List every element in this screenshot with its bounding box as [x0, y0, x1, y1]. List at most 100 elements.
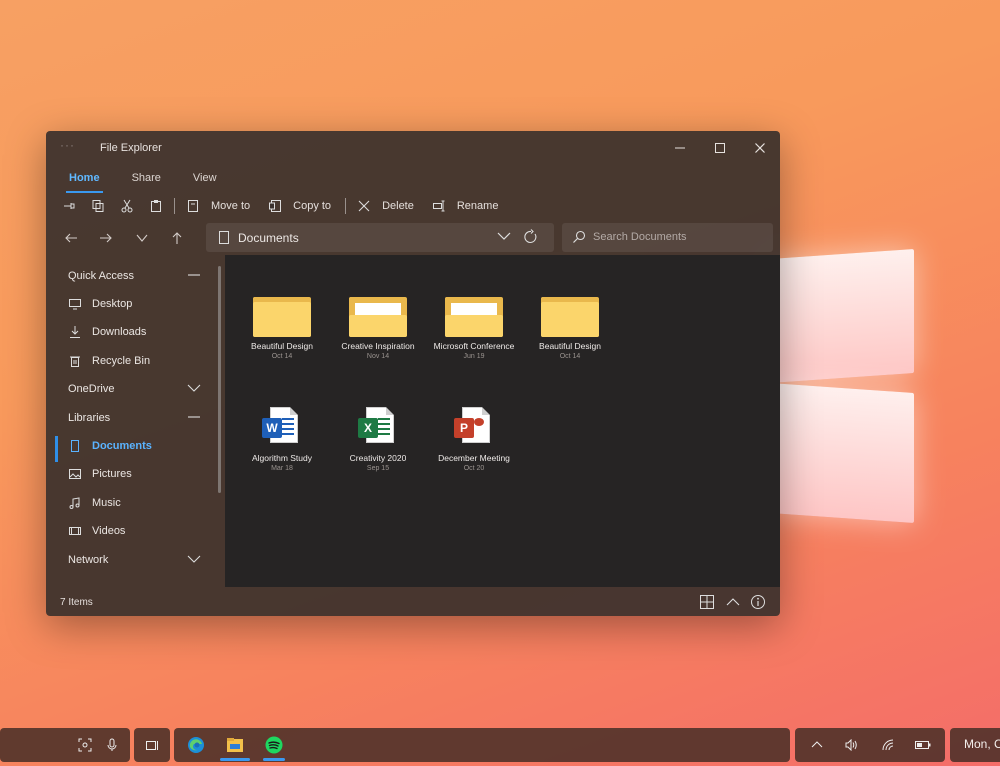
file-item[interactable]: Creative Inspiration Nov 14	[330, 297, 426, 360]
address-dropdown-icon[interactable]	[496, 228, 512, 244]
copy-button[interactable]	[87, 195, 109, 217]
edge-icon	[188, 737, 204, 753]
trash-icon	[68, 354, 82, 368]
sidebar-item-label: Libraries	[68, 412, 111, 424]
file-item[interactable]: P December Meeting Oct 20	[426, 407, 522, 472]
network-button[interactable]	[878, 728, 898, 762]
chevron-down-icon[interactable]	[187, 381, 201, 395]
paste-button[interactable]	[145, 195, 167, 217]
sidebar-item-network[interactable]: Network	[46, 547, 216, 573]
wifi-icon	[882, 739, 894, 751]
taskbar: Mon, C	[0, 726, 1000, 762]
spotify-app-button[interactable]	[260, 728, 288, 762]
file-name: Creative Inspiration	[341, 341, 415, 351]
search-box[interactable]: Search Documents	[562, 223, 773, 252]
excel-spreadsheet-icon: X	[358, 407, 398, 449]
sidebar-item-music[interactable]: Music	[46, 490, 216, 516]
recent-locations-button[interactable]	[129, 226, 155, 250]
move-to-icon	[188, 200, 198, 212]
edge-app-button[interactable]	[182, 728, 210, 762]
sidebar-item-documents[interactable]: Documents	[46, 433, 216, 462]
sidebar-item-videos[interactable]: Videos	[46, 518, 216, 544]
sidebar-item-label: Downloads	[92, 326, 147, 338]
move-to-button[interactable]: Move to	[211, 200, 250, 212]
info-icon[interactable]	[750, 594, 766, 610]
file-item[interactable]: Beautiful Design Oct 14	[234, 297, 330, 360]
arrow-right-icon	[100, 233, 112, 243]
copy-to-icon-button[interactable]	[264, 195, 286, 217]
file-list-view: Beautiful Design Oct 14 Creative Inspira…	[225, 255, 780, 587]
maximize-icon	[715, 143, 725, 153]
arrow-up-icon	[172, 232, 182, 244]
file-name: December Meeting	[438, 453, 510, 463]
battery-icon	[915, 741, 931, 749]
screen-capture-icon	[78, 738, 92, 752]
item-count: 7 Items	[60, 597, 93, 608]
maximize-button[interactable]	[700, 135, 740, 161]
sidebar-scrollbar[interactable]	[218, 266, 221, 493]
minimize-button[interactable]	[660, 135, 700, 161]
window-menu-dots[interactable]: ···	[60, 138, 75, 152]
sidebar-item-onedrive[interactable]: OneDrive	[46, 376, 216, 402]
sidebar-item-quick-access[interactable]: Quick Access	[46, 263, 216, 289]
sidebar-item-downloads[interactable]: Downloads	[46, 319, 216, 345]
microphone-button[interactable]	[101, 728, 123, 762]
file-item[interactable]: W Algorithm Study Mar 18	[234, 407, 330, 472]
navigation-pane: Quick Access Desktop Downloads Recycle B…	[46, 256, 225, 587]
copy-to-button[interactable]: Copy to	[293, 200, 331, 212]
clock-date[interactable]: Mon, C	[964, 737, 1000, 751]
screen-capture-button[interactable]	[74, 728, 96, 762]
file-date: Nov 14	[366, 353, 390, 360]
sidebar-item-recycle-bin[interactable]: Recycle Bin	[46, 348, 216, 374]
task-view-button[interactable]	[141, 728, 163, 762]
move-to-icon-button[interactable]	[182, 195, 204, 217]
close-button[interactable]	[740, 135, 780, 161]
chevron-down-icon[interactable]	[187, 552, 201, 566]
rename-icon	[432, 200, 445, 212]
tiles-view-icon[interactable]	[699, 594, 715, 610]
chevron-up-icon[interactable]	[725, 594, 741, 610]
file-item[interactable]: Microsoft Conference Jun 19	[426, 297, 522, 360]
pin-button[interactable]	[58, 195, 80, 217]
rename-button[interactable]: Rename	[457, 200, 499, 212]
show-hidden-icons-button[interactable]	[807, 728, 827, 762]
collapse-icon[interactable]	[187, 410, 201, 424]
picture-icon	[68, 467, 82, 481]
sidebar-item-label: Quick Access	[68, 270, 135, 282]
rename-icon-button[interactable]	[428, 195, 450, 217]
battery-button[interactable]	[912, 728, 934, 762]
delete-icon-button[interactable]	[353, 195, 375, 217]
windows-logo-wallpaper	[770, 240, 920, 530]
tab-share[interactable]: Share	[121, 169, 172, 187]
title-bar[interactable]: ··· File Explorer	[46, 131, 780, 165]
file-name: Creativity 2020	[349, 453, 407, 463]
refresh-icon[interactable]	[523, 229, 539, 245]
file-date: Oct 14	[559, 353, 581, 360]
folder-icon	[445, 297, 503, 337]
tab-view[interactable]: View	[182, 169, 228, 187]
file-item[interactable]: Beautiful Design Oct 14	[522, 297, 618, 360]
up-button[interactable]	[164, 226, 190, 250]
address-bar[interactable]: Documents	[206, 223, 554, 252]
back-button[interactable]	[58, 226, 84, 250]
cut-button[interactable]	[116, 195, 138, 217]
collapse-icon[interactable]	[187, 268, 201, 282]
tab-home[interactable]: Home	[58, 169, 111, 193]
download-icon	[68, 325, 82, 339]
sidebar-item-desktop[interactable]: Desktop	[46, 291, 216, 317]
file-date: Mar 18	[271, 465, 293, 472]
sidebar-item-libraries[interactable]: Libraries	[46, 405, 216, 431]
delete-button[interactable]: Delete	[382, 200, 414, 212]
file-explorer-app-button[interactable]	[217, 728, 253, 762]
folder-icon	[253, 297, 311, 337]
sidebar-item-label: Videos	[92, 525, 126, 537]
file-name: Beautiful Design	[539, 341, 601, 351]
sidebar-item-label: Desktop	[92, 298, 133, 310]
file-item[interactable]: X Creativity 2020 Sep 15	[330, 407, 426, 472]
speaker-icon	[845, 739, 857, 751]
forward-button[interactable]	[93, 226, 119, 250]
volume-button[interactable]	[842, 728, 862, 762]
file-name: Algorithm Study	[252, 453, 312, 463]
folder-icon	[541, 297, 599, 337]
sidebar-item-pictures[interactable]: Pictures	[46, 461, 216, 487]
